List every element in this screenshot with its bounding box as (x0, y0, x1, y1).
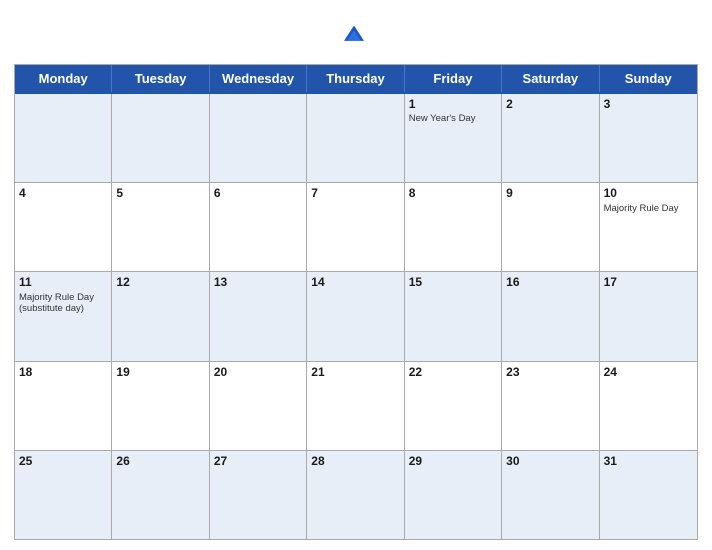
day-cell: 1 New Year's Day (405, 94, 502, 182)
holiday-name: Majority Rule Day (substitute day) (19, 292, 107, 315)
day-cell: 9 (502, 183, 599, 271)
day-cell: 30 (502, 451, 599, 539)
day-number: 15 (409, 275, 497, 289)
day-headers-row: MondayTuesdayWednesdayThursdayFridaySatu… (15, 65, 697, 92)
day-number: 10 (604, 186, 693, 200)
day-cell (112, 94, 209, 182)
day-number: 6 (214, 186, 302, 200)
holiday-name: New Year's Day (409, 113, 497, 124)
week-row-5: 25 26 27 28 29 30 31 (15, 450, 697, 539)
day-cell: 11 Majority Rule Day (substitute day) (15, 272, 112, 360)
day-header-sunday: Sunday (600, 65, 697, 92)
day-number: 20 (214, 365, 302, 379)
day-cell: 10 Majority Rule Day (600, 183, 697, 271)
day-cell: 28 (307, 451, 404, 539)
day-number: 23 (506, 365, 594, 379)
day-cell: 19 (112, 362, 209, 450)
day-number: 16 (506, 275, 594, 289)
day-number: 29 (409, 454, 497, 468)
day-cell: 16 (502, 272, 599, 360)
week-row-3: 11 Majority Rule Day (substitute day) 12 13… (15, 271, 697, 360)
week-row-4: 18 19 20 21 22 23 24 (15, 361, 697, 450)
day-number: 3 (604, 97, 693, 111)
day-header-wednesday: Wednesday (210, 65, 307, 92)
day-cell: 13 (210, 272, 307, 360)
weeks-container: 1 New Year's Day 23 456789 10 Majority Rule D… (15, 92, 697, 539)
day-cell: 15 (405, 272, 502, 360)
day-number: 21 (311, 365, 399, 379)
day-cell: 7 (307, 183, 404, 271)
day-cell: 4 (15, 183, 112, 271)
day-cell: 29 (405, 451, 502, 539)
day-number: 13 (214, 275, 302, 289)
day-cell (307, 94, 404, 182)
day-number: 30 (506, 454, 594, 468)
day-cell: 20 (210, 362, 307, 450)
day-number: 8 (409, 186, 497, 200)
day-number: 11 (19, 275, 107, 289)
day-cell: 24 (600, 362, 697, 450)
day-number: 12 (116, 275, 204, 289)
day-number: 4 (19, 186, 107, 200)
week-row-1: 1 New Year's Day 23 (15, 92, 697, 182)
day-cell: 26 (112, 451, 209, 539)
day-cell: 14 (307, 272, 404, 360)
day-cell: 18 (15, 362, 112, 450)
logo-icon (342, 24, 366, 44)
day-number: 19 (116, 365, 204, 379)
day-cell: 21 (307, 362, 404, 450)
day-cell: 3 (600, 94, 697, 182)
day-cell: 17 (600, 272, 697, 360)
week-row-2: 456789 10 Majority Rule Day (15, 182, 697, 271)
day-header-saturday: Saturday (502, 65, 599, 92)
day-header-thursday: Thursday (307, 65, 404, 92)
day-cell: 27 (210, 451, 307, 539)
day-cell: 23 (502, 362, 599, 450)
day-cell: 31 (600, 451, 697, 539)
day-cell: 2 (502, 94, 599, 182)
day-number: 27 (214, 454, 302, 468)
day-number: 26 (116, 454, 204, 468)
day-number: 7 (311, 186, 399, 200)
day-cell: 25 (15, 451, 112, 539)
day-number: 2 (506, 97, 594, 111)
day-number: 28 (311, 454, 399, 468)
day-number: 5 (116, 186, 204, 200)
day-cell: 5 (112, 183, 209, 271)
day-number: 31 (604, 454, 693, 468)
calendar-grid: MondayTuesdayWednesdayThursdayFridaySatu… (14, 64, 698, 540)
day-header-friday: Friday (405, 65, 502, 92)
day-cell: 12 (112, 272, 209, 360)
calendar-page: MondayTuesdayWednesdayThursdayFridaySatu… (0, 0, 712, 550)
calendar-header (14, 10, 698, 58)
day-number: 18 (19, 365, 107, 379)
day-header-monday: Monday (15, 65, 112, 92)
day-number: 14 (311, 275, 399, 289)
day-number: 9 (506, 186, 594, 200)
holiday-name: Majority Rule Day (604, 203, 693, 214)
day-number: 25 (19, 454, 107, 468)
day-cell: 8 (405, 183, 502, 271)
day-number: 24 (604, 365, 693, 379)
day-cell (15, 94, 112, 182)
day-cell: 22 (405, 362, 502, 450)
day-number: 22 (409, 365, 497, 379)
day-number: 1 (409, 97, 497, 111)
day-header-tuesday: Tuesday (112, 65, 209, 92)
logo (342, 24, 370, 44)
day-cell (210, 94, 307, 182)
day-cell: 6 (210, 183, 307, 271)
day-number: 17 (604, 275, 693, 289)
